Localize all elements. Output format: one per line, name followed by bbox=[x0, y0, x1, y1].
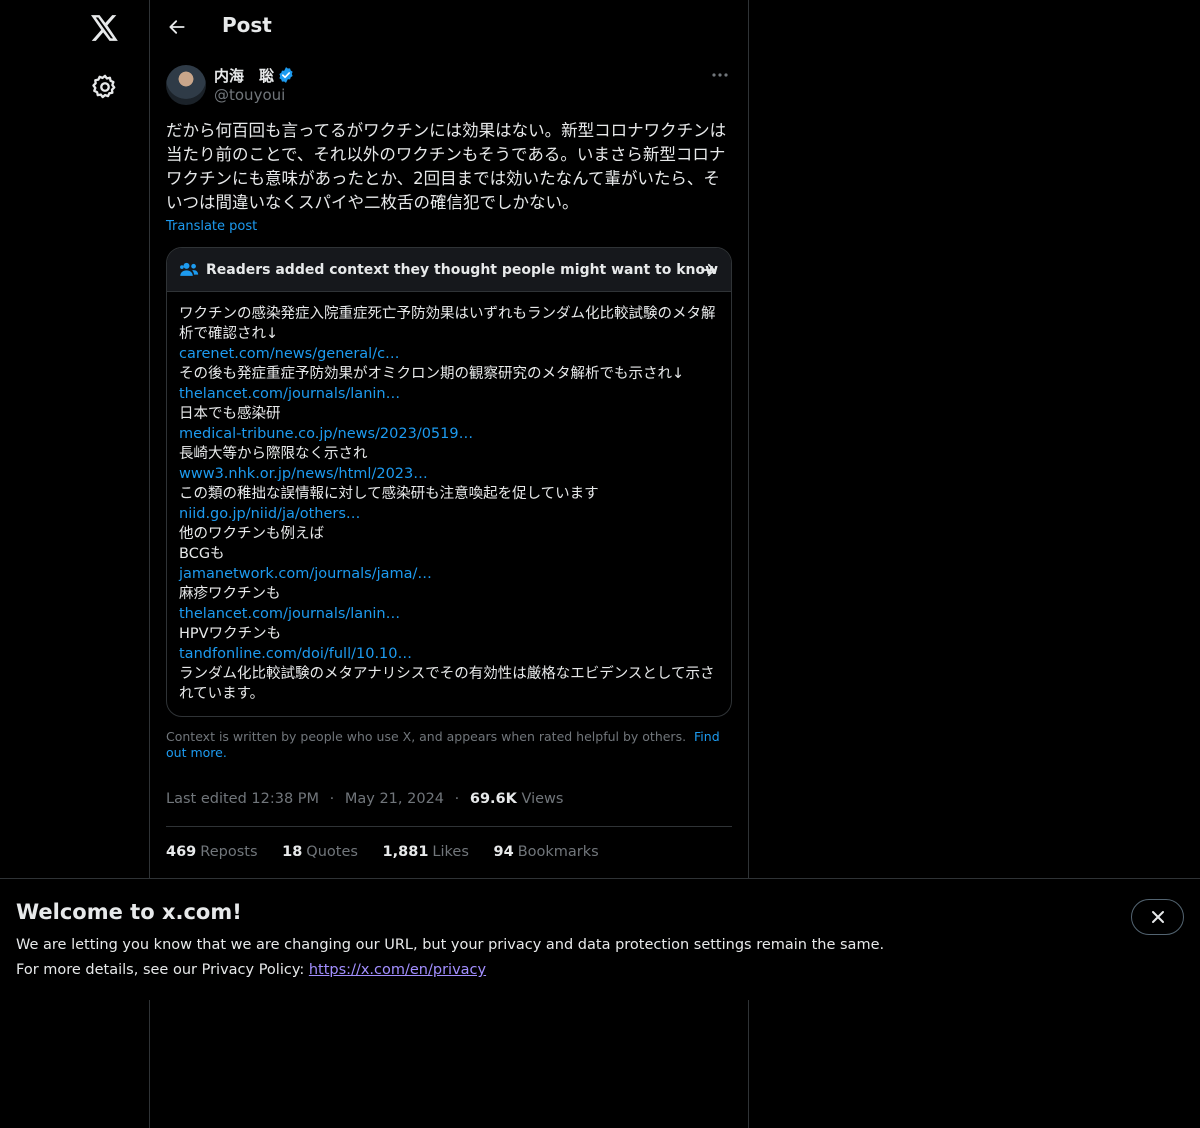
note-text-line: ワクチンの感染発症入院重症死亡予防効果はいずれもランダム化比較試験のメタ解析で確… bbox=[179, 306, 716, 342]
gear-icon[interactable] bbox=[91, 73, 119, 101]
note-source-link[interactable]: thelancet.com/journals/lanin… bbox=[179, 384, 719, 404]
likes-count: 1,881 bbox=[382, 844, 429, 860]
note-source-link[interactable]: jamanetwork.com/journals/jama/… bbox=[179, 564, 719, 584]
community-note-footer: Context is written by people who use X, … bbox=[166, 729, 732, 761]
divider bbox=[166, 826, 732, 827]
verified-badge-icon bbox=[279, 67, 293, 83]
note-source-link[interactable]: medical-tribune.co.jp/news/2023/0519… bbox=[179, 424, 719, 444]
meta-separator: · bbox=[329, 791, 335, 807]
post-date[interactable]: May 21, 2024 bbox=[345, 791, 444, 807]
note-source-link[interactable]: carenet.com/news/general/c… bbox=[179, 344, 719, 364]
people-icon bbox=[180, 262, 199, 276]
banner-privacy-line: For more details, see our Privacy Policy… bbox=[16, 962, 486, 978]
note-source-link[interactable]: thelancet.com/journals/lanin… bbox=[179, 604, 719, 624]
more-button[interactable] bbox=[708, 64, 732, 86]
banner-message: We are letting you know that we are chan… bbox=[16, 937, 885, 953]
quotes-count: 18 bbox=[282, 844, 303, 860]
post-edited-time[interactable]: Last edited 12:38 PM bbox=[166, 791, 319, 807]
author-handle[interactable]: @touyoui bbox=[214, 86, 285, 104]
note-source-link[interactable]: tandfonline.com/doi/full/10.10… bbox=[179, 644, 719, 664]
views-label: Views bbox=[521, 791, 564, 807]
note-source-link[interactable]: niid.go.jp/niid/ja/others… bbox=[179, 504, 719, 524]
community-note-title: Readers added context they thought peopl… bbox=[206, 262, 719, 278]
note-text-line: BCGも bbox=[179, 546, 225, 562]
bookmarks-label: Bookmarks bbox=[517, 844, 599, 860]
note-footer-text: Context is written by people who use X, … bbox=[166, 729, 687, 744]
reposts-label: Reposts bbox=[200, 844, 258, 860]
meta-separator: · bbox=[454, 791, 460, 807]
reposts-count: 469 bbox=[166, 844, 197, 860]
note-text-line: この類の稚拙な誤情報に対して感染研も注意喚起を促しています bbox=[179, 486, 599, 502]
post-meta: Last edited 12:38 PM · May 21, 2024 · 69… bbox=[166, 791, 563, 807]
banner-privacy-prefix: For more details, see our Privacy Policy… bbox=[16, 962, 309, 978]
page-title: Post bbox=[222, 13, 272, 37]
bookmarks-count: 94 bbox=[493, 844, 514, 860]
post-header: Post bbox=[150, 0, 748, 54]
more-dots-icon bbox=[712, 73, 728, 77]
likes-label: Likes bbox=[432, 844, 469, 860]
note-source-link[interactable]: www3.nhk.or.jp/news/html/2023… bbox=[179, 464, 719, 484]
x-logo-icon[interactable] bbox=[88, 11, 122, 45]
back-button[interactable] bbox=[164, 14, 190, 40]
likes-stat[interactable]: 1,881 Likes bbox=[383, 844, 469, 860]
community-note-body: ワクチンの感染発症入院重症死亡予防効果はいずれもランダム化比較試験のメタ解析で確… bbox=[179, 304, 719, 704]
note-text-line: 麻疹ワクチンも bbox=[179, 586, 281, 602]
post-stats: 469 Reposts 18 Quotes 1,881 Likes 94 Bookmar… bbox=[166, 844, 619, 860]
translate-post-link[interactable]: Translate post bbox=[166, 219, 257, 234]
privacy-policy-link[interactable]: https://x.com/en/privacy bbox=[309, 962, 486, 978]
post-text: だから何百回も言ってるがワクチンには効果はない。新型コロナワクチンは当たり前のこ… bbox=[166, 121, 727, 212]
avatar[interactable] bbox=[166, 65, 206, 105]
note-text-line: HPVワクチンも bbox=[179, 626, 282, 642]
note-text-line: 長崎大等から際限なく示され bbox=[179, 446, 368, 462]
author-display-name[interactable]: 内海 聡 bbox=[214, 65, 274, 86]
bookmarks-stat[interactable]: 94 Bookmarks bbox=[494, 844, 599, 860]
back-arrow-icon bbox=[169, 20, 185, 34]
community-note-header[interactable]: Readers added context they thought peopl… bbox=[167, 248, 731, 292]
quotes-stat[interactable]: 18 Quotes bbox=[282, 844, 358, 860]
views-count: 69.6K bbox=[469, 791, 517, 807]
quotes-label: Quotes bbox=[306, 844, 358, 860]
note-text-line: 日本でも感染研 bbox=[179, 406, 281, 422]
note-text-line: その後も発症重症予防効果がオミクロン期の観察研究のメタ解析でも示され↓ bbox=[179, 366, 685, 382]
close-icon bbox=[1151, 911, 1164, 923]
post-author: 内海 聡 @touyoui bbox=[166, 64, 732, 106]
arrow-right-icon bbox=[701, 263, 715, 277]
url-change-banner: Welcome to x.com! We are letting you kno… bbox=[0, 878, 1200, 1000]
note-text-line: 他のワクチンも例えば bbox=[179, 526, 324, 542]
community-note: Readers added context they thought peopl… bbox=[166, 247, 732, 717]
close-banner-button[interactable] bbox=[1131, 899, 1184, 935]
banner-title: Welcome to x.com! bbox=[16, 900, 242, 924]
note-text-line: ランダム化比較試験のメタアナリシスでその有効性は厳格なエビデンスとして示されてい… bbox=[179, 666, 715, 702]
reposts-stat[interactable]: 469 Reposts bbox=[166, 844, 258, 860]
